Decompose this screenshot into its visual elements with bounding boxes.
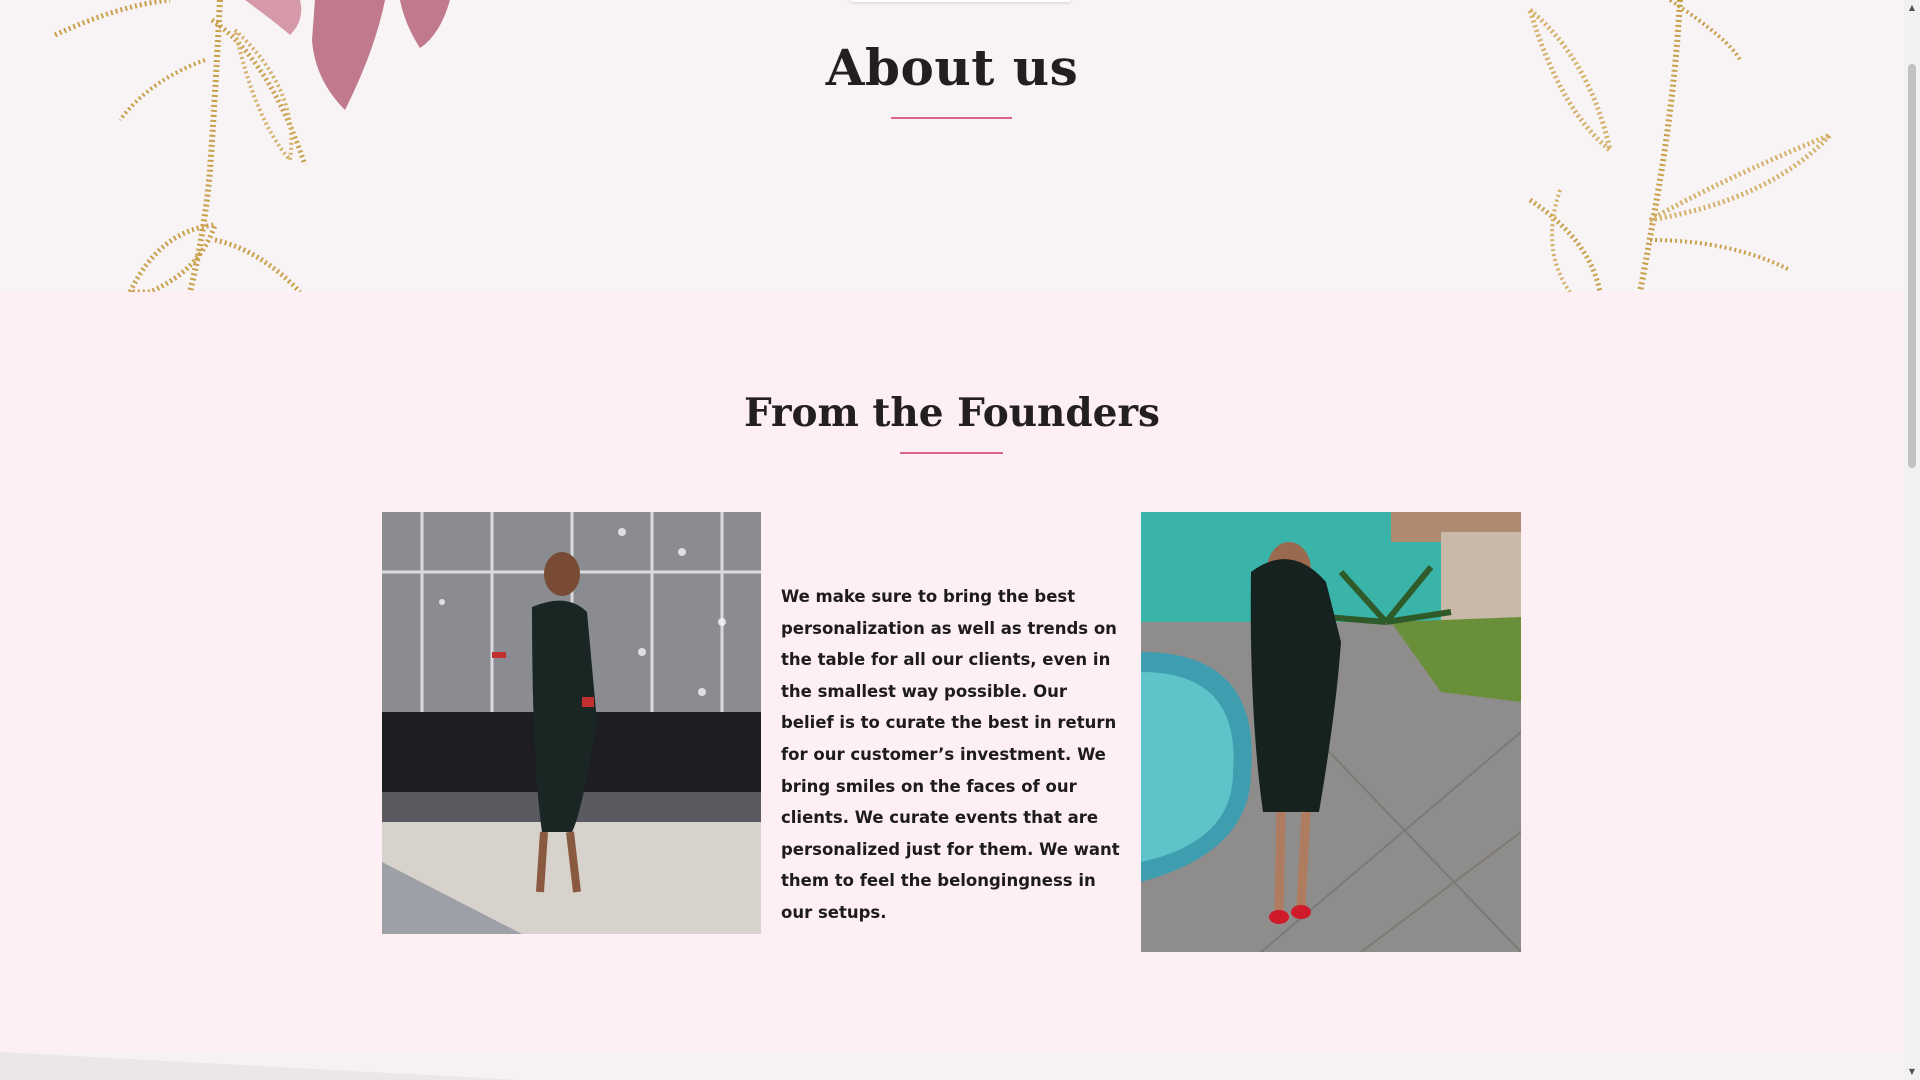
title-underline: [891, 117, 1012, 119]
scrollbar-thumb[interactable]: [1908, 64, 1916, 468]
page-title: About us: [825, 38, 1079, 97]
about-hero: About us: [0, 0, 1904, 292]
arrow-down-icon[interactable]: ▼: [1904, 1064, 1920, 1080]
next-section-edge: [0, 1052, 1904, 1080]
section-heading: From the Founders: [743, 390, 1161, 436]
arrow-up-icon[interactable]: ▲: [1904, 0, 1920, 16]
heading-underline: [900, 452, 1003, 454]
page: About us From the Founders We make sure …: [0, 0, 1904, 1080]
founders-message: We make sure to bring the best personali…: [781, 587, 1120, 922]
top-tab-edge: [850, 0, 1072, 2]
founder-photo-left: [382, 512, 761, 934]
founder-photo-right: [1141, 512, 1521, 952]
founders-section: From the Founders We make sure to bring …: [0, 292, 1904, 1052]
vertical-scrollbar[interactable]: ▲ ▼: [1904, 0, 1920, 1080]
